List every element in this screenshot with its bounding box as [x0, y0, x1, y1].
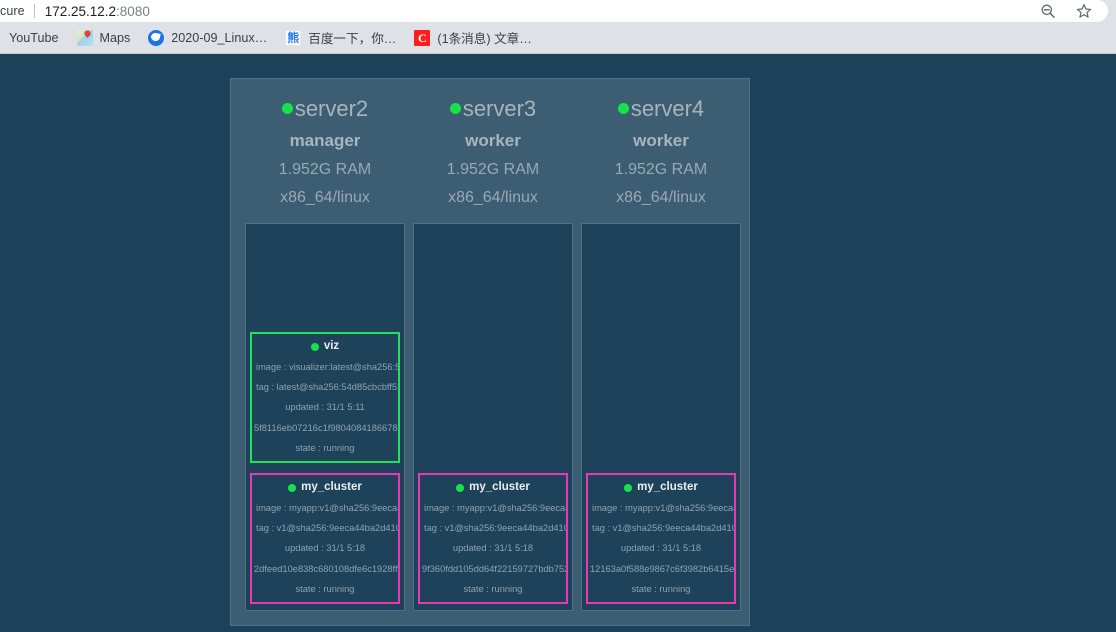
- node-ram: 1.952G RAM: [278, 160, 372, 178]
- url-text: 172.25.12.2:8080: [45, 4, 150, 19]
- task-updated: updated : 31/1 5:18: [284, 543, 366, 554]
- task-card[interactable]: viz image : visualizer:latest@sha256:54d t…: [250, 332, 400, 464]
- node-arch: x86_64/linux: [616, 189, 706, 207]
- baidu-icon: 熊: [285, 29, 302, 46]
- bookmarks-bar: YouTube Maps 2020-09_Linux… 熊 百度一下，你… C …: [0, 22, 1116, 54]
- bookmark-label: Maps: [99, 30, 131, 45]
- node-status-dot-icon: [449, 103, 461, 115]
- task-name: my_cluster: [469, 481, 530, 494]
- task-image: image : visualizer:latest@sha256:54d: [256, 361, 400, 372]
- url-host: 172.25.12.2: [44, 3, 117, 19]
- task-status-dot-icon: [310, 343, 319, 352]
- task-status-dot-icon: [288, 484, 297, 493]
- task-hash: 5f8116eb07216c1f9804084186678e: [254, 422, 400, 433]
- bookmark-youtube[interactable]: YouTube: [0, 28, 68, 48]
- task-card[interactable]: my_clusterimage : myapp:v1@sha256:9eeca4…: [250, 473, 400, 605]
- bookmark-maps[interactable]: Maps: [68, 27, 140, 49]
- task-hash: 12163a0f588e9867c6f3982b6415e6: [590, 563, 736, 574]
- task-image: image : myapp:v1@sha256:9eeca44b: [592, 502, 736, 513]
- bookmark-csdn[interactable]: C (1条消息) 文章…: [405, 25, 540, 50]
- omnibox-divider: [33, 4, 35, 18]
- node-name: server3: [462, 96, 537, 121]
- task-title-line: my_cluster: [254, 482, 396, 494]
- page-content: server2 manager 1.952G RAM x86_64/linuxviz i…: [0, 54, 1116, 631]
- blue-circle-icon: [148, 29, 165, 46]
- bookmark-label: (1条消息) 文章…: [437, 32, 532, 46]
- node-role: worker: [633, 130, 689, 150]
- bookmark-label: YouTube: [9, 30, 59, 45]
- node-task-area: my_clusterimage : myapp:v1@sha256:9eeca4…: [413, 223, 573, 612]
- node-header: server4 worker 1.952G RAM x86_64/linux: [581, 95, 741, 211]
- task-name: my_cluster: [637, 481, 698, 494]
- task-updated: updated : 31/1 5:18: [620, 543, 702, 554]
- task-updated: updated : 31/1 5:18: [452, 543, 534, 554]
- task-hash: 2dfeed10e838c680108dfe6c1928fff3: [254, 563, 400, 574]
- zoom-out-icon[interactable]: [1038, 1, 1058, 21]
- task-state: state : running: [295, 583, 355, 594]
- address-bar[interactable]: cure 172.25.12.2:8080: [0, 0, 1108, 22]
- node-status-dot-icon: [281, 103, 293, 115]
- bookmark-label: 2020-09_Linux…: [171, 30, 268, 45]
- task-status-dot-icon: [456, 484, 465, 493]
- browser-chrome: cure 172.25.12.2:8080 YouTube Maps 2020-…: [0, 0, 1116, 54]
- node-name-line: server3: [413, 95, 573, 123]
- task-title-line: viz: [254, 341, 396, 353]
- node-name: server2: [294, 96, 369, 121]
- task-state: state : running: [295, 442, 355, 453]
- node-card: server3 worker 1.952G RAM x86_64/linux my_cl…: [409, 95, 577, 612]
- task-card[interactable]: my_clusterimage : myapp:v1@sha256:9eeca4…: [418, 473, 568, 605]
- bookmark-label: 百度一下，你…: [308, 32, 397, 46]
- node-name: server4: [630, 96, 705, 121]
- node-name-line: server4: [581, 95, 741, 123]
- task-state: state : running: [631, 583, 691, 594]
- security-status-label: cure: [0, 4, 25, 18]
- bookmark-baidu[interactable]: 熊 百度一下，你…: [276, 25, 405, 50]
- task-card[interactable]: my_clusterimage : myapp:v1@sha256:9eeca4…: [586, 473, 736, 605]
- task-name: my_cluster: [301, 481, 362, 494]
- nodes-row: server2 manager 1.952G RAM x86_64/linuxviz i…: [241, 95, 741, 612]
- omnibox-actions: [1038, 1, 1108, 21]
- node-ram: 1.952G RAM: [446, 160, 540, 178]
- star-icon[interactable]: [1074, 1, 1094, 21]
- task-tag: tag : v1@sha256:9eeca44ba2d410e5: [256, 523, 400, 534]
- swarm-visualizer-container: server2 manager 1.952G RAM x86_64/linuxviz i…: [230, 78, 750, 627]
- node-card: server2 manager 1.952G RAM x86_64/linuxviz i…: [241, 95, 409, 612]
- task-status-dot-icon: [624, 484, 633, 493]
- task-image: image : myapp:v1@sha256:9eeca44b: [424, 502, 568, 513]
- node-header: server2 manager 1.952G RAM x86_64/linux: [245, 95, 405, 211]
- task-hash: 9f360fdd105dd64f22159727bdb752: [422, 563, 568, 574]
- node-role: worker: [465, 130, 521, 150]
- task-name: viz: [323, 340, 340, 353]
- bookmark-linux-doc[interactable]: 2020-09_Linux…: [139, 27, 276, 49]
- node-ram: 1.952G RAM: [614, 160, 708, 178]
- task-title-line: my_cluster: [422, 482, 564, 494]
- task-tag: tag : v1@sha256:9eeca44ba2d410e5: [424, 523, 568, 534]
- task-state: state : running: [463, 583, 523, 594]
- google-maps-icon: [76, 29, 93, 46]
- node-card: server4 worker 1.952G RAM x86_64/linux my_cl…: [577, 95, 745, 612]
- task-title-line: my_cluster: [590, 482, 732, 494]
- node-task-area: my_clusterimage : myapp:v1@sha256:9eeca4…: [581, 223, 741, 612]
- node-name-line: server2: [245, 95, 405, 123]
- omnibox-row: cure 172.25.12.2:8080: [0, 0, 1116, 22]
- node-arch: x86_64/linux: [448, 189, 538, 207]
- task-image: image : myapp:v1@sha256:9eeca44b: [256, 502, 400, 513]
- url-port: :8080: [116, 3, 150, 19]
- task-updated: updated : 31/1 5:11: [285, 402, 365, 413]
- task-tag: tag : v1@sha256:9eeca44ba2d410e5: [592, 523, 736, 534]
- node-role: manager: [289, 130, 361, 150]
- node-task-area: viz image : visualizer:latest@sha256:54d t…: [245, 223, 405, 612]
- node-header: server3 worker 1.952G RAM x86_64/linux: [413, 95, 573, 211]
- node-arch: x86_64/linux: [280, 189, 370, 207]
- csdn-icon: C: [414, 29, 431, 46]
- node-status-dot-icon: [617, 103, 629, 115]
- task-tag: tag : latest@sha256:54d85cbcbff52e: [256, 382, 400, 393]
